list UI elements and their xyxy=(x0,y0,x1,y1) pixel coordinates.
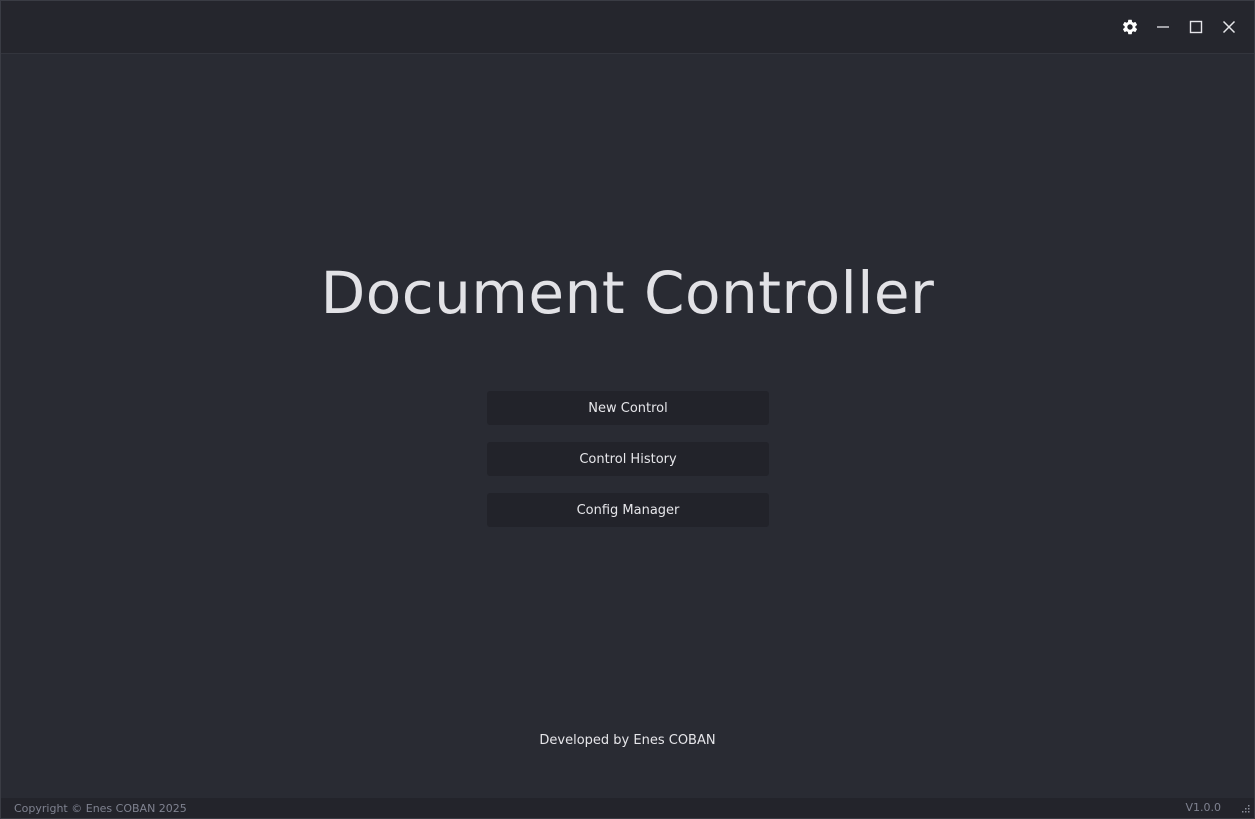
maximize-icon xyxy=(1189,20,1203,34)
app-window: Document Controller New Control Control … xyxy=(0,0,1255,819)
resize-grip-icon[interactable] xyxy=(1240,805,1250,815)
developer-credit: Developed by Enes COBAN xyxy=(539,733,716,748)
app-title: Document Controller xyxy=(320,259,935,327)
main-content: Document Controller New Control Control … xyxy=(1,54,1254,797)
close-icon xyxy=(1222,20,1236,34)
version-label: V1.0.0 xyxy=(1185,801,1221,814)
maximize-button[interactable] xyxy=(1181,12,1211,42)
control-history-button[interactable]: Control History xyxy=(487,442,769,476)
config-manager-button[interactable]: Config Manager xyxy=(487,493,769,527)
minimize-button[interactable] xyxy=(1148,12,1178,42)
title-bar[interactable] xyxy=(1,1,1254,54)
config-manager-label: Config Manager xyxy=(576,502,680,518)
settings-button[interactable] xyxy=(1115,12,1145,42)
gear-icon xyxy=(1121,18,1139,36)
new-control-button[interactable]: New Control xyxy=(487,391,769,425)
copyright-text: Copyright © Enes COBAN 2025 xyxy=(14,802,187,815)
new-control-label: New Control xyxy=(588,400,668,416)
status-bar: Copyright © Enes COBAN 2025 V1.0.0 xyxy=(1,798,1254,818)
close-button[interactable] xyxy=(1214,12,1244,42)
minimize-icon xyxy=(1156,20,1170,34)
control-history-label: Control History xyxy=(579,451,677,467)
